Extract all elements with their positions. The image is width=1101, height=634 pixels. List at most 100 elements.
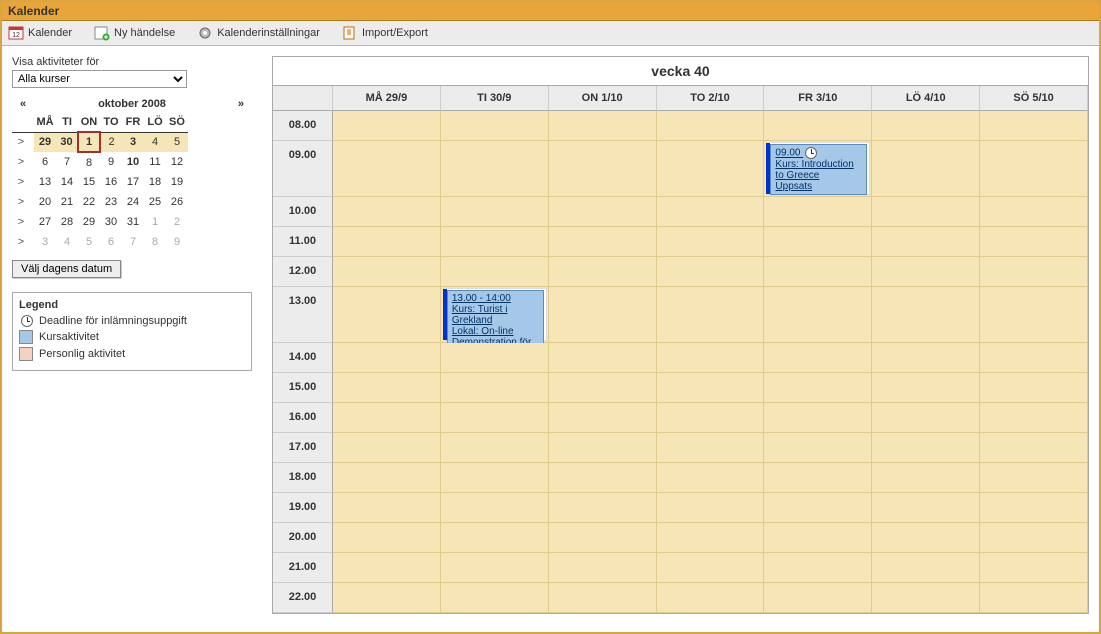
mini-cal-day[interactable]: 1 bbox=[144, 212, 166, 232]
calendar-slot[interactable] bbox=[872, 257, 980, 287]
mini-cal-day[interactable]: 5 bbox=[78, 232, 100, 252]
mini-cal-day[interactable]: 3 bbox=[34, 232, 56, 252]
calendar-slot[interactable] bbox=[441, 227, 549, 257]
mini-cal-day[interactable]: 3 bbox=[122, 132, 144, 152]
calendar-slot[interactable] bbox=[980, 583, 1088, 613]
calendar-slot[interactable] bbox=[441, 403, 549, 433]
calendar-slot[interactable] bbox=[980, 227, 1088, 257]
mini-cal-day[interactable]: 12 bbox=[166, 152, 188, 172]
mini-cal-day[interactable]: 29 bbox=[78, 212, 100, 232]
mini-cal-day[interactable]: 23 bbox=[100, 192, 122, 212]
calendar-slot[interactable] bbox=[333, 463, 441, 493]
calendar-slot[interactable] bbox=[980, 523, 1088, 553]
mini-cal-day[interactable]: 4 bbox=[144, 132, 166, 152]
calendar-slot[interactable] bbox=[657, 197, 765, 227]
calendar-slot[interactable] bbox=[764, 373, 872, 403]
mini-cal-day[interactable]: 13 bbox=[34, 172, 56, 192]
calendar-slot[interactable] bbox=[657, 523, 765, 553]
toolbar-import-export[interactable]: Import/Export bbox=[342, 25, 428, 41]
calendar-slot[interactable] bbox=[764, 257, 872, 287]
calendar-slot[interactable] bbox=[333, 433, 441, 463]
calendar-slot[interactable] bbox=[657, 433, 765, 463]
calendar-slot[interactable] bbox=[980, 373, 1088, 403]
calendar-slot[interactable] bbox=[549, 197, 657, 227]
calendar-slot[interactable] bbox=[333, 493, 441, 523]
calendar-slot[interactable] bbox=[764, 111, 872, 141]
mini-cal-day[interactable]: 6 bbox=[100, 232, 122, 252]
toolbar-settings[interactable]: Kalenderinställningar bbox=[197, 25, 320, 41]
calendar-slot[interactable] bbox=[980, 257, 1088, 287]
calendar-slot[interactable] bbox=[441, 553, 549, 583]
mini-cal-day[interactable]: 11 bbox=[144, 152, 166, 172]
calendar-slot[interactable] bbox=[549, 553, 657, 583]
calendar-slot[interactable] bbox=[764, 583, 872, 613]
mini-cal-day[interactable]: 8 bbox=[144, 232, 166, 252]
mini-cal-day[interactable]: 17 bbox=[122, 172, 144, 192]
calendar-slot[interactable] bbox=[657, 287, 765, 343]
calendar-slot[interactable] bbox=[549, 111, 657, 141]
calendar-slot[interactable] bbox=[333, 583, 441, 613]
mini-cal-day[interactable]: 26 bbox=[166, 192, 188, 212]
mini-cal-day[interactable]: 9 bbox=[100, 152, 122, 172]
calendar-slot[interactable] bbox=[549, 463, 657, 493]
mini-cal-day[interactable]: 5 bbox=[166, 132, 188, 152]
calendar-slot[interactable] bbox=[549, 433, 657, 463]
calendar-slot[interactable] bbox=[872, 111, 980, 141]
calendar-slot[interactable] bbox=[872, 141, 980, 197]
calendar-slot[interactable] bbox=[764, 343, 872, 373]
calendar-slot[interactable] bbox=[980, 403, 1088, 433]
calendar-slot[interactable] bbox=[441, 343, 549, 373]
mini-cal-day[interactable]: 2 bbox=[100, 132, 122, 152]
mini-cal-day[interactable]: 21 bbox=[56, 192, 78, 212]
calendar-slot[interactable]: 09.00 Kurs: Introduction to GreeceUppsat… bbox=[764, 141, 872, 197]
calendar-slot[interactable] bbox=[441, 111, 549, 141]
mini-cal-day[interactable]: 8 bbox=[78, 152, 100, 172]
mini-cal-day[interactable]: 27 bbox=[34, 212, 56, 232]
calendar-slot[interactable] bbox=[441, 141, 549, 197]
mini-cal-day[interactable]: 2 bbox=[166, 212, 188, 232]
mini-cal-day[interactable]: 10 bbox=[122, 152, 144, 172]
calendar-slot[interactable] bbox=[872, 373, 980, 403]
calendar-slot[interactable] bbox=[441, 257, 549, 287]
mini-cal-day[interactable]: 6 bbox=[34, 152, 56, 172]
mini-cal-day[interactable]: 22 bbox=[78, 192, 100, 212]
mini-cal-day[interactable]: 30 bbox=[56, 132, 78, 152]
mini-cal-day[interactable]: 16 bbox=[100, 172, 122, 192]
calendar-slot[interactable] bbox=[657, 111, 765, 141]
mini-cal-day[interactable]: 19 bbox=[166, 172, 188, 192]
calendar-slot[interactable] bbox=[441, 583, 549, 613]
today-button[interactable]: Välj dagens datum bbox=[12, 260, 121, 278]
mini-cal-day[interactable]: 15 bbox=[78, 172, 100, 192]
calendar-slot[interactable] bbox=[549, 227, 657, 257]
mini-cal-day[interactable]: 14 bbox=[56, 172, 78, 192]
calendar-slot[interactable] bbox=[980, 141, 1088, 197]
calendar-slot[interactable] bbox=[872, 403, 980, 433]
mini-cal-day[interactable]: 28 bbox=[56, 212, 78, 232]
calendar-slot[interactable] bbox=[549, 287, 657, 343]
course-select[interactable]: Alla kurser bbox=[12, 70, 187, 88]
calendar-slot[interactable] bbox=[549, 403, 657, 433]
calendar-slot[interactable] bbox=[549, 373, 657, 403]
calendar-slot[interactable] bbox=[333, 403, 441, 433]
mini-cal-day[interactable]: 30 bbox=[100, 212, 122, 232]
calendar-slot[interactable] bbox=[872, 227, 980, 257]
calendar-slot[interactable] bbox=[333, 287, 441, 343]
mini-cal-day[interactable]: 31 bbox=[122, 212, 144, 232]
calendar-slot[interactable] bbox=[657, 583, 765, 613]
calendar-slot[interactable] bbox=[764, 227, 872, 257]
mini-cal-week-selector[interactable]: > bbox=[12, 172, 34, 192]
calendar-slot[interactable] bbox=[549, 343, 657, 373]
calendar-slot[interactable] bbox=[441, 373, 549, 403]
calendar-slot[interactable]: 13.00 - 14:00Kurs: Turist i GreklandLoka… bbox=[441, 287, 549, 343]
calendar-slot[interactable] bbox=[549, 141, 657, 197]
mini-cal-day[interactable]: 7 bbox=[56, 152, 78, 172]
calendar-slot[interactable] bbox=[980, 433, 1088, 463]
calendar-slot[interactable] bbox=[333, 227, 441, 257]
calendar-slot[interactable] bbox=[980, 287, 1088, 343]
calendar-slot[interactable] bbox=[872, 583, 980, 613]
mini-cal-week-selector[interactable]: > bbox=[12, 192, 34, 212]
toolbar-new-event[interactable]: Ny händelse bbox=[94, 25, 175, 41]
mini-cal-day[interactable]: 25 bbox=[144, 192, 166, 212]
calendar-slot[interactable] bbox=[333, 257, 441, 287]
calendar-slot[interactable] bbox=[872, 343, 980, 373]
